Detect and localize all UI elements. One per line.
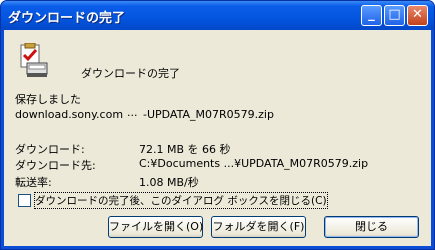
download-complete-dialog: ダウンロードの完了 _ □ ✕ ダウンロードの完了 保存しました downloa… — [0, 0, 435, 250]
destination-value: C:¥Documents ...¥UPDATA_M07R0579.zip — [139, 157, 369, 170]
maximize-icon: □ — [388, 7, 401, 22]
header-text: ダウンロードの完了 — [81, 67, 180, 80]
checkbox-box[interactable] — [18, 194, 31, 207]
saved-label: 保存しました — [15, 93, 81, 106]
close-button[interactable]: 閉じる — [324, 216, 419, 238]
maximize-button[interactable]: □ — [384, 5, 405, 26]
path-ellipsis: ... — [127, 106, 138, 119]
open-file-button[interactable]: ファイルを開く(O) — [108, 216, 203, 238]
close-window-button[interactable]: ✕ — [407, 5, 428, 26]
checkbox-label[interactable]: ダウンロードの完了後、このダイアログ ボックスを閉じる(C) — [34, 192, 328, 209]
open-folder-button[interactable]: フォルダを開く(F) — [211, 216, 306, 238]
transfer-rate-label: 転送率: — [15, 176, 52, 189]
close-icon: ✕ — [412, 7, 423, 22]
saved-file-name: -UPDATA_M07R0579.zip — [143, 108, 274, 121]
downloaded-value: 72.1 MB を 66 秒 — [139, 143, 231, 156]
minimize-button[interactable]: _ — [361, 5, 382, 26]
destination-label: ダウンロード先: — [15, 159, 96, 172]
minimize-icon: _ — [368, 7, 375, 22]
window-title: ダウンロードの完了 — [8, 11, 126, 26]
transfer-rate-value: 1.08 MB/秒 — [139, 176, 199, 189]
download-complete-icon — [20, 43, 48, 77]
dialog-body: ダウンロードの完了 保存しました download.sony.com ... -… — [4, 30, 431, 246]
title-bar[interactable]: ダウンロードの完了 _ □ ✕ — [1, 1, 434, 30]
downloaded-label: ダウンロード: — [15, 143, 85, 156]
source-host: download.sony.com — [15, 108, 124, 121]
